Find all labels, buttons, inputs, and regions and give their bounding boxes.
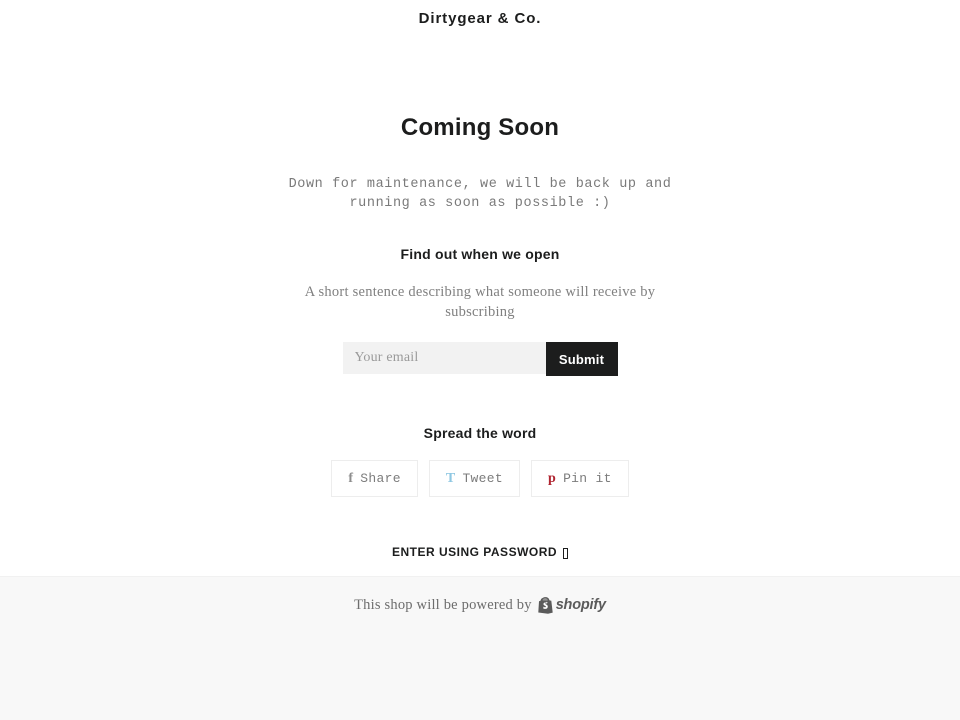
- enter-using-password-link[interactable]: ENTER USING PASSWORD: [391, 545, 569, 559]
- shop-title: Dirtygear & Co.: [418, 10, 542, 27]
- twitter-icon: T: [445, 470, 456, 486]
- share-twitter-button[interactable]: T Tweet: [428, 460, 520, 497]
- newsletter-heading: Find out when we open: [400, 246, 560, 262]
- submit-button[interactable]: Submit: [545, 342, 618, 376]
- shopify-logo-link[interactable]: shopify: [537, 596, 606, 614]
- site-footer: This shop will be powered by shopify: [0, 576, 960, 720]
- coming-soon-page: Dirtygear & Co. Coming Soon Down for mai…: [0, 0, 960, 720]
- facebook-icon: f: [348, 470, 354, 486]
- social-share-section: Spread the word f Share T Tweet p Pin it: [0, 423, 960, 497]
- newsletter-form: Submit: [0, 342, 960, 376]
- social-buttons: f Share T Tweet p Pin it: [0, 460, 960, 497]
- share-pinterest-label: Pin it: [563, 471, 612, 486]
- footer-inner: This shop will be powered by shopify: [0, 577, 960, 615]
- share-pinterest-button[interactable]: p Pin it: [530, 460, 629, 497]
- password-link-wrap: ENTER USING PASSWORD: [0, 543, 960, 561]
- maintenance-message: Down for maintenance, we will be back up…: [288, 177, 672, 211]
- powered-by-text: This shop will be powered by: [354, 597, 532, 613]
- site-header: Dirtygear & Co.: [0, 0, 960, 30]
- shopify-bag-icon: [537, 596, 553, 614]
- lock-icon: [563, 547, 569, 559]
- main-content: Coming Soon Down for maintenance, we wil…: [0, 30, 960, 561]
- shopify-wordmark: shopify: [555, 597, 606, 613]
- newsletter-section: Find out when we open A short sentence d…: [0, 244, 960, 376]
- share-facebook-button[interactable]: f Share: [331, 460, 418, 497]
- page-title: Coming Soon: [400, 114, 560, 141]
- newsletter-subtext: A short sentence describing what someone…: [304, 284, 656, 320]
- enter-using-password-label: ENTER USING PASSWORD: [391, 545, 558, 559]
- share-facebook-label: Share: [360, 471, 401, 486]
- social-heading: Spread the word: [423, 425, 537, 441]
- share-twitter-label: Tweet: [462, 471, 503, 486]
- pinterest-icon: p: [547, 470, 557, 486]
- email-input[interactable]: [342, 342, 546, 374]
